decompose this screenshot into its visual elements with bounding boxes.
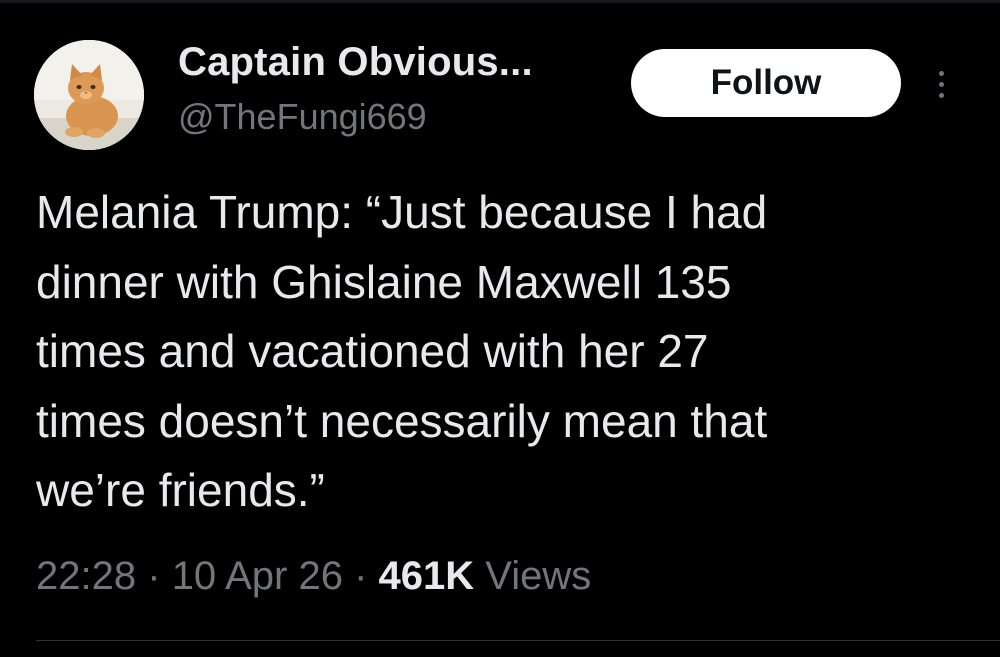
tweet-metadata: 22:28 · 10 Apr 26 · 461K Views <box>36 554 591 599</box>
views-label: Views <box>485 554 592 598</box>
vertical-ellipsis-icon <box>938 70 944 76</box>
tweet-text-line: dinner with Ghislaine Maxwell 135 <box>36 255 732 308</box>
top-divider <box>0 0 1000 3</box>
meta-separator: · <box>354 554 368 598</box>
author-handle[interactable]: @TheFungi669 <box>178 96 427 138</box>
tweet-text-line: Melania Trump: “Just because I had <box>36 186 768 238</box>
views-count: 461K <box>378 554 475 598</box>
avatar[interactable] <box>34 40 144 150</box>
tweet-date[interactable]: 10 Apr 26 <box>172 554 343 598</box>
author-display-name[interactable]: Captain Obvious... <box>178 40 533 85</box>
tweet-text-line: times doesn’t necessarily mean that <box>36 394 768 447</box>
tweet-text: Melania Trump: “Just because I had dinne… <box>36 178 966 526</box>
vertical-ellipsis-icon <box>938 92 944 98</box>
follow-button[interactable]: Follow <box>631 49 901 117</box>
meta-separator: · <box>147 554 161 598</box>
tweet-text-line: times and vacationed with her 27 <box>36 325 709 377</box>
tweet-text-line: we’re friends.” <box>36 464 325 516</box>
tweet-time[interactable]: 22:28 <box>36 554 136 598</box>
cat-avatar-icon <box>34 40 144 150</box>
bottom-divider <box>36 640 1000 641</box>
vertical-ellipsis-icon <box>938 81 944 87</box>
more-options-button[interactable] <box>926 62 956 106</box>
